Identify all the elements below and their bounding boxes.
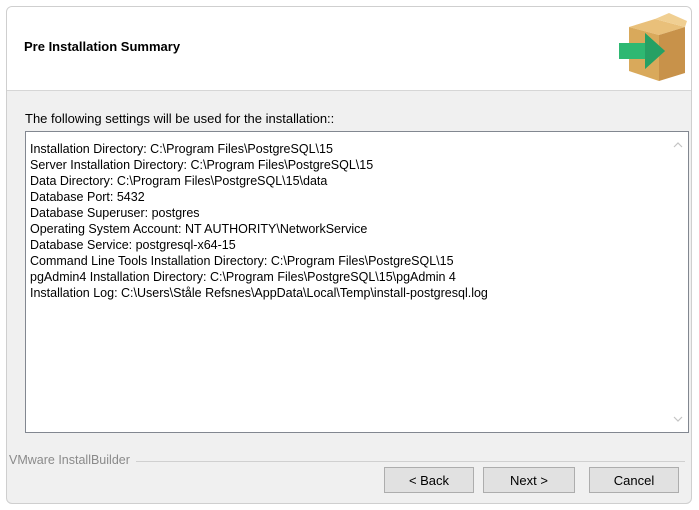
summary-line: Installation Directory: C:\Program Files… [30, 142, 333, 156]
summary-line: Server Installation Directory: C:\Progra… [30, 158, 374, 172]
vertical-scrollbar[interactable] [668, 132, 688, 432]
summary-line: Database Port: 5432 [30, 190, 145, 204]
installer-window: Pre Installation Summary The following s… [6, 6, 692, 504]
summary-line: pgAdmin4 Installation Directory: C:\Prog… [30, 270, 456, 284]
installer-box-arrow-icon [615, 13, 689, 85]
summary-line: Operating System Account: NT AUTHORITY\N… [30, 222, 368, 236]
installer-brand-label: VMware InstallBuilder [9, 453, 136, 467]
summary-line: Database Service: postgresql-x64-15 [30, 238, 236, 252]
summary-text-area[interactable]: Installation Directory: C:\Program Files… [25, 131, 689, 433]
next-button[interactable]: Next > [483, 467, 575, 493]
page-title: Pre Installation Summary [24, 39, 181, 54]
summary-line: Installation Log: C:\Users\Ståle Refsnes… [30, 286, 488, 300]
summary-lines: Installation Directory: C:\Program Files… [30, 141, 664, 301]
cancel-button[interactable]: Cancel [589, 467, 679, 493]
summary-line: Data Directory: C:\Program Files\Postgre… [30, 174, 328, 188]
scroll-down-icon[interactable] [668, 410, 688, 428]
scroll-up-icon[interactable] [668, 136, 688, 154]
summary-line: Database Superuser: postgres [30, 206, 200, 220]
summary-line: Command Line Tools Installation Director… [30, 254, 454, 268]
header-banner: Pre Installation Summary [7, 7, 691, 91]
back-button[interactable]: < Back [384, 467, 474, 493]
summary-intro-label: The following settings will be used for … [25, 111, 335, 126]
